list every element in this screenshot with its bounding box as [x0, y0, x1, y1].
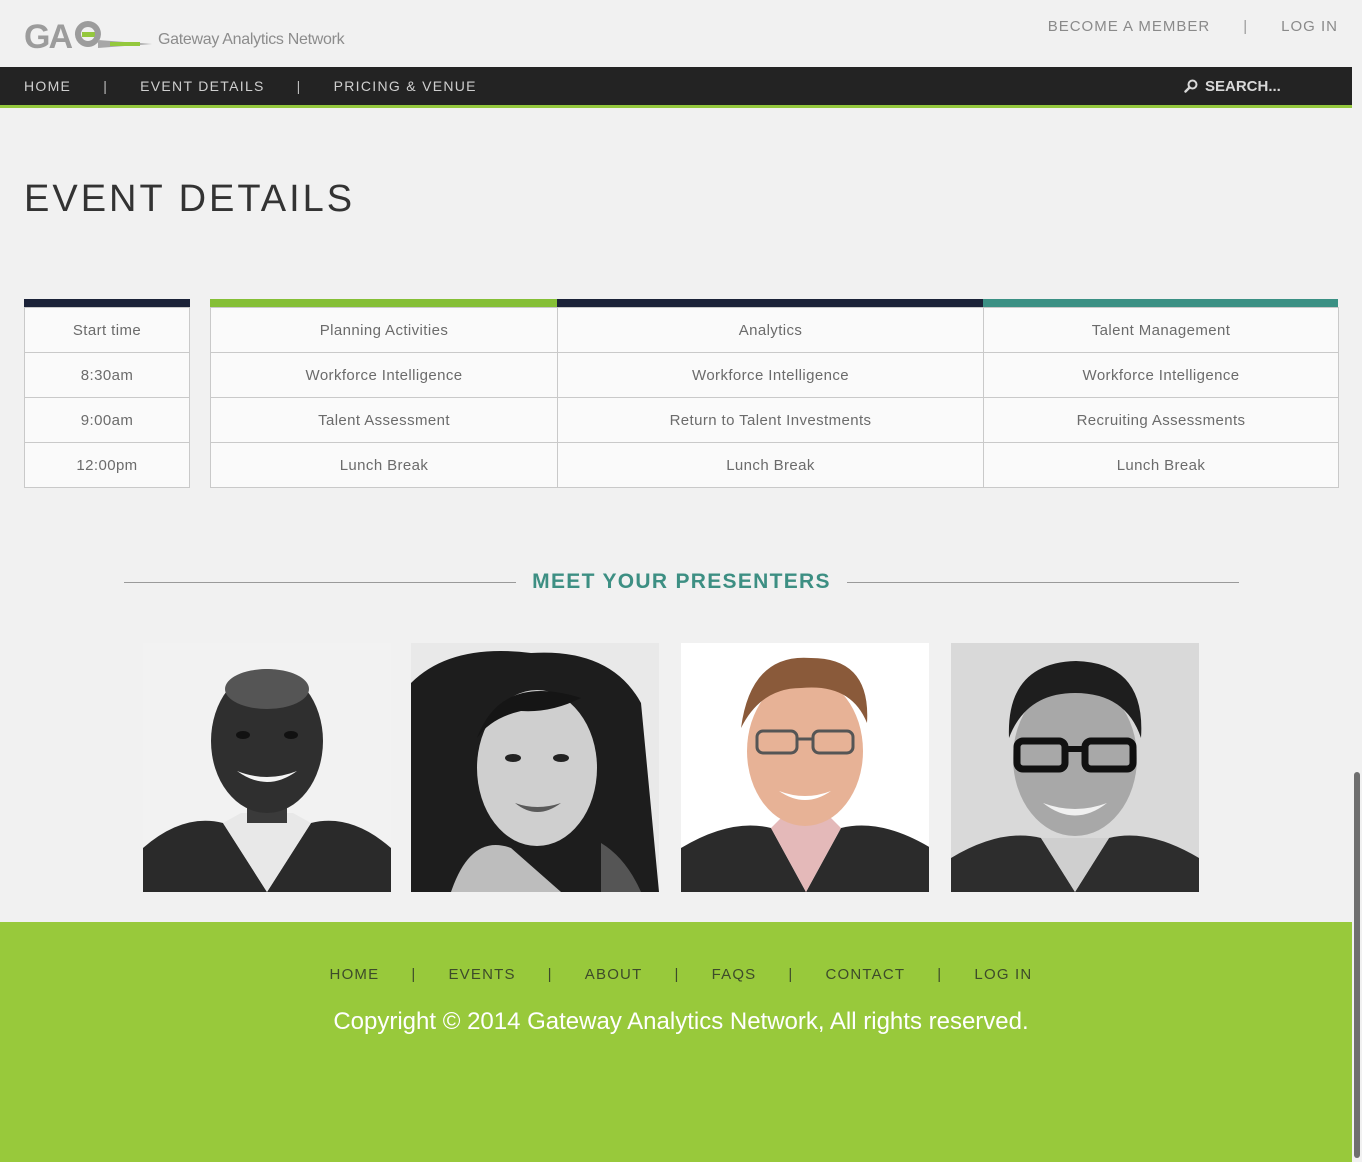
presenter-2-image: [411, 643, 659, 892]
session-cell: Workforce Intelligence: [983, 352, 1339, 398]
session-cell: Lunch Break: [983, 442, 1339, 488]
footer-nav: HOME | EVENTS | ABOUT | FAQS | CONTACT |…: [0, 966, 1362, 983]
copyright-text: Copyright © 2014 Gateway Analytics Netwo…: [333, 1008, 1029, 1035]
session-table: Planning Activities Analytics Talent Man…: [210, 307, 1339, 488]
separator: |: [674, 966, 680, 983]
become-member-link[interactable]: BECOME A MEMBER: [1048, 18, 1211, 35]
presenter-4-photo[interactable]: [951, 643, 1199, 892]
footer-link-faqs[interactable]: FAQS: [712, 966, 757, 983]
track-toplines: [210, 299, 1338, 307]
presenters-title: MEET YOUR PRESENTERS: [532, 570, 831, 593]
separator: |: [937, 966, 943, 983]
presenter-4-image: [951, 643, 1199, 892]
time-column-topline: [24, 299, 190, 307]
track-topline-analytics: [557, 299, 983, 307]
session-cell: Return to Talent Investments: [557, 397, 984, 443]
track-header: Talent Management: [983, 307, 1339, 353]
search-input[interactable]: SEARCH...: [1184, 67, 1281, 105]
nav-event-details[interactable]: EVENT DETAILS: [140, 78, 265, 94]
presenter-1-photo[interactable]: [143, 643, 391, 892]
session-cell: Workforce Intelligence: [210, 352, 558, 398]
session-cell: Workforce Intelligence: [557, 352, 984, 398]
separator: |: [103, 78, 109, 94]
logo-mark-icon: GA: [24, 20, 152, 52]
time-cell: 9:00am: [24, 397, 190, 443]
footer-link-login[interactable]: LOG IN: [974, 966, 1032, 983]
session-cell: Lunch Break: [210, 442, 558, 488]
top-bar: GA Gateway Analytics Network BECOME A ME…: [0, 0, 1362, 67]
footer-link-home[interactable]: HOME: [330, 966, 380, 983]
presenter-1-image: [143, 643, 391, 892]
track-topline-planning: [210, 299, 557, 307]
footer-link-events[interactable]: EVENTS: [448, 966, 515, 983]
login-link[interactable]: LOG IN: [1281, 18, 1338, 35]
time-table: Start time 8:30am 9:00am 12:00pm: [24, 307, 190, 488]
presenter-2-photo[interactable]: [411, 643, 659, 892]
separator: |: [296, 78, 302, 94]
scrollbar-thumb[interactable]: [1354, 772, 1360, 1158]
svg-text:GA: GA: [24, 20, 72, 52]
account-links: BECOME A MEMBER | LOG IN: [1048, 18, 1338, 35]
divider-line: [846, 581, 1240, 583]
track-topline-talent: [983, 299, 1338, 307]
session-cell: Recruiting Assessments: [983, 397, 1339, 443]
separator: |: [547, 966, 553, 983]
session-cell: Lunch Break: [557, 442, 984, 488]
time-header: Start time: [24, 307, 190, 353]
page-scrollbar[interactable]: [1352, 0, 1362, 1162]
footer: HOME | EVENTS | ABOUT | FAQS | CONTACT |…: [0, 922, 1352, 1162]
main-nav: HOME | EVENT DETAILS | PRICING & VENUE S…: [0, 67, 1362, 108]
presenter-3-photo[interactable]: [681, 643, 929, 892]
start-time-column: Start time 8:30am 9:00am 12:00pm: [24, 299, 190, 488]
time-cell: 12:00pm: [24, 442, 190, 488]
session-tracks: Planning Activities Analytics Talent Man…: [210, 299, 1339, 488]
presenter-3-image: [681, 643, 929, 892]
logo-text: Gateway Analytics Network: [158, 31, 345, 48]
session-cell: Talent Assessment: [210, 397, 558, 443]
nav-pricing-venue[interactable]: PRICING & VENUE: [334, 78, 477, 94]
footer-link-contact[interactable]: CONTACT: [826, 966, 906, 983]
separator: |: [788, 966, 794, 983]
separator: |: [1243, 18, 1249, 35]
separator: |: [411, 966, 417, 983]
time-cell: 8:30am: [24, 352, 190, 398]
track-header: Analytics: [557, 307, 984, 353]
presenters-heading: MEET YOUR PRESENTERS: [124, 566, 1240, 598]
divider-line: [124, 581, 517, 583]
page-title: EVENT DETAILS: [24, 178, 356, 220]
search-icon: [1184, 79, 1198, 93]
footer-link-about[interactable]: ABOUT: [585, 966, 643, 983]
nav-home[interactable]: HOME: [24, 78, 71, 94]
site-logo[interactable]: GA Gateway Analytics Network: [24, 16, 354, 52]
search-placeholder: SEARCH...: [1205, 77, 1281, 95]
track-header: Planning Activities: [210, 307, 558, 353]
